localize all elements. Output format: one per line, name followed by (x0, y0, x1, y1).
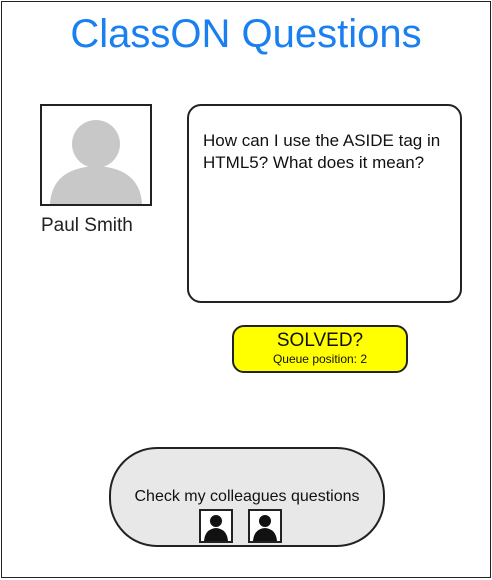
question-card: How can I use the ASIDE tag in HTML5? Wh… (187, 104, 462, 303)
person-icon (204, 515, 228, 541)
user-avatar (40, 104, 152, 206)
colleagues-button-label: Check my colleagues questions (134, 488, 360, 505)
colleague-avatar (248, 509, 282, 543)
queue-position-label: Queue position: 2 (272, 352, 368, 366)
person-icon (253, 515, 277, 541)
page-title: ClassON Questions (70, 12, 422, 56)
colleague-avatar (199, 509, 233, 543)
question-text: How can I use the ASIDE tag in HTML5? Wh… (203, 131, 441, 172)
check-colleagues-questions-button[interactable]: Check my colleagues questions (109, 447, 385, 547)
solved-label: SOLVED? (276, 330, 364, 351)
solved-button[interactable]: SOLVED? Queue position: 2 (232, 325, 408, 373)
person-silhouette-icon (50, 120, 142, 204)
user-name: Paul Smith (41, 215, 133, 236)
